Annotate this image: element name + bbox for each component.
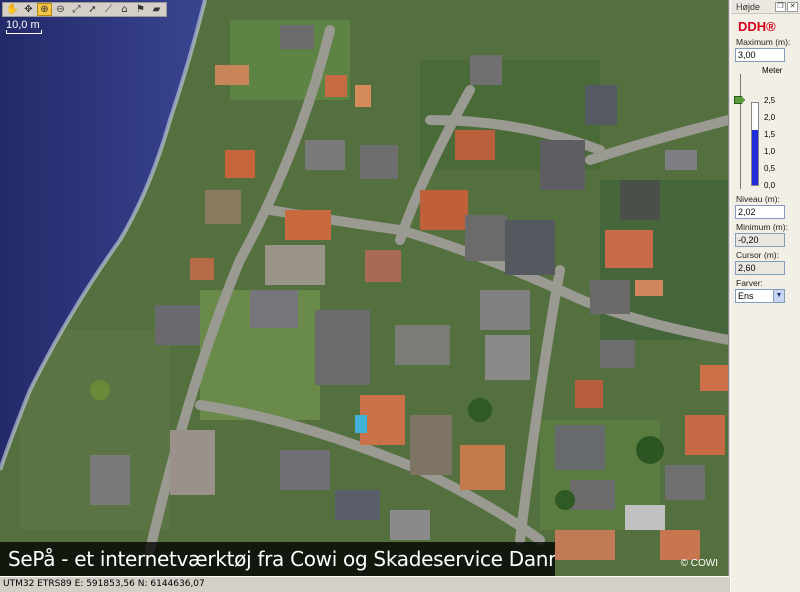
niveau-label: Niveau (m):	[736, 194, 780, 204]
pan-tool-icon[interactable]: ✋	[5, 3, 20, 16]
chevron-down-icon[interactable]: ▼	[773, 290, 784, 302]
full-extent-icon[interactable]: ✥	[21, 3, 36, 16]
farver-selected-value: Ens	[738, 291, 754, 301]
scale-bar: 10,0 m	[6, 19, 42, 34]
tick-label: 0,5	[764, 164, 776, 173]
zoom-extent-icon[interactable]: ⤢	[69, 3, 84, 16]
caption-banner: SePå - et internetværktøj fra Cowi og Sk…	[0, 542, 555, 576]
tick-label: 2,5	[764, 96, 776, 105]
measure-icon[interactable]: ⟋	[101, 3, 116, 16]
level-slider-track[interactable]	[740, 74, 741, 189]
aerial-photo	[0, 0, 728, 576]
scale-label: 10,0 m	[6, 19, 40, 31]
open-folder-icon[interactable]: ▰	[149, 3, 164, 16]
minimum-field: -0,20	[735, 233, 785, 247]
bookmark-icon[interactable]: ⚑	[133, 3, 148, 16]
farver-label: Farver:	[736, 278, 763, 288]
cursor-field: 2,60	[735, 261, 785, 275]
level-gauge-fill	[752, 130, 758, 185]
map-toolbar: ✋ ✥ ⊕ ⊖ ⤢ ➚ ⟋ ⌂ ⚑ ▰	[2, 2, 167, 17]
maximum-label: Maximum (m):	[736, 37, 791, 47]
height-panel: Højde ❐ ✕ DDH® Maximum (m): 3,00 Meter 2…	[730, 0, 800, 592]
level-slider-thumb[interactable]	[734, 96, 745, 104]
tick-label: 1,5	[764, 130, 776, 139]
coordinate-readout: UTM32 ETRS89 E: 591853,56 N: 6144636,07	[3, 579, 205, 589]
meter-label: Meter	[762, 66, 783, 75]
close-icon[interactable]: ✕	[787, 1, 798, 12]
cursor-label: Cursor (m):	[736, 250, 779, 260]
copyright-label: © COWI	[680, 558, 718, 569]
tick-label: 0,0	[764, 181, 776, 190]
panel-title: Højde	[736, 1, 761, 12]
status-bar: UTM32 ETRS89 E: 591853,56 N: 6144636,07	[0, 576, 729, 592]
minimum-label: Minimum (m):	[736, 222, 788, 232]
zoom-out-icon[interactable]: ⊖	[53, 3, 68, 16]
house-flag-icon[interactable]: ⌂	[117, 3, 132, 16]
farver-select[interactable]: Ens ▼	[735, 289, 785, 303]
select-arrow-icon[interactable]: ➚	[85, 3, 100, 16]
tick-label: 1,0	[764, 147, 776, 156]
niveau-field[interactable]: 2,02	[735, 205, 785, 219]
level-slider-area: Meter 2,5 2,0 1,5 1,0 0,5 0,0	[731, 66, 800, 191]
zoom-in-icon[interactable]: ⊕	[37, 3, 52, 16]
map-view[interactable]: ✋ ✥ ⊕ ⊖ ⤢ ➚ ⟋ ⌂ ⚑ ▰ 10,0 m SePå - et internetværk…	[0, 0, 729, 576]
restore-icon[interactable]: ❐	[775, 1, 786, 12]
maximum-field[interactable]: 3,00	[735, 48, 785, 62]
panel-titlebar: Højde ❐ ✕	[731, 0, 800, 14]
level-gauge	[751, 102, 759, 186]
ddh-logo: DDH®	[738, 19, 776, 34]
tick-label: 2,0	[764, 113, 776, 122]
